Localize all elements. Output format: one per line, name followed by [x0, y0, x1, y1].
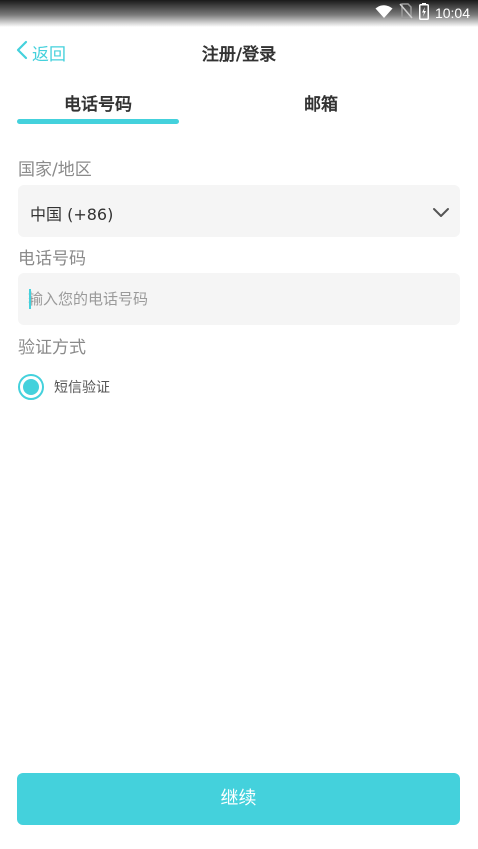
country-value: 中国 (+86)	[30, 205, 114, 224]
page-title: 注册/登录	[201, 45, 277, 65]
tab-email-label: 邮箱	[304, 95, 338, 115]
tab-email[interactable]: 邮箱	[240, 86, 402, 124]
header: 返回 注册/登录	[0, 27, 478, 77]
sms-verify-option[interactable]: 短信验证	[18, 372, 110, 402]
tab-bar: 电话号码 邮箱	[0, 86, 478, 128]
text-caret	[29, 289, 31, 309]
no-sim-icon	[399, 3, 413, 23]
continue-button[interactable]: 继续	[17, 773, 460, 825]
phone-input[interactable]	[28, 273, 448, 325]
active-tab-indicator	[17, 119, 179, 124]
country-select[interactable]: 中国 (+86)	[18, 185, 460, 237]
sms-verify-label: 短信验证	[54, 380, 110, 396]
battery-charging-icon	[418, 2, 429, 24]
wifi-icon	[375, 4, 393, 23]
phone-label: 电话号码	[18, 249, 86, 269]
tab-phone-label: 电话号码	[64, 95, 132, 115]
phone-field[interactable]	[18, 273, 460, 325]
chevron-down-icon	[432, 203, 450, 222]
verify-method-label: 验证方式	[18, 338, 86, 358]
screen: 10:04 返回 注册/登录 电话号码 邮箱 国家/地区 中国 (+86) 电话…	[0, 0, 478, 849]
status-time: 10:04	[434, 5, 470, 21]
status-icons: 10:04	[375, 2, 470, 24]
radio-selected-dot	[23, 379, 39, 395]
country-label: 国家/地区	[18, 160, 92, 180]
status-bar: 10:04	[0, 0, 478, 27]
radio-button[interactable]	[18, 374, 44, 400]
